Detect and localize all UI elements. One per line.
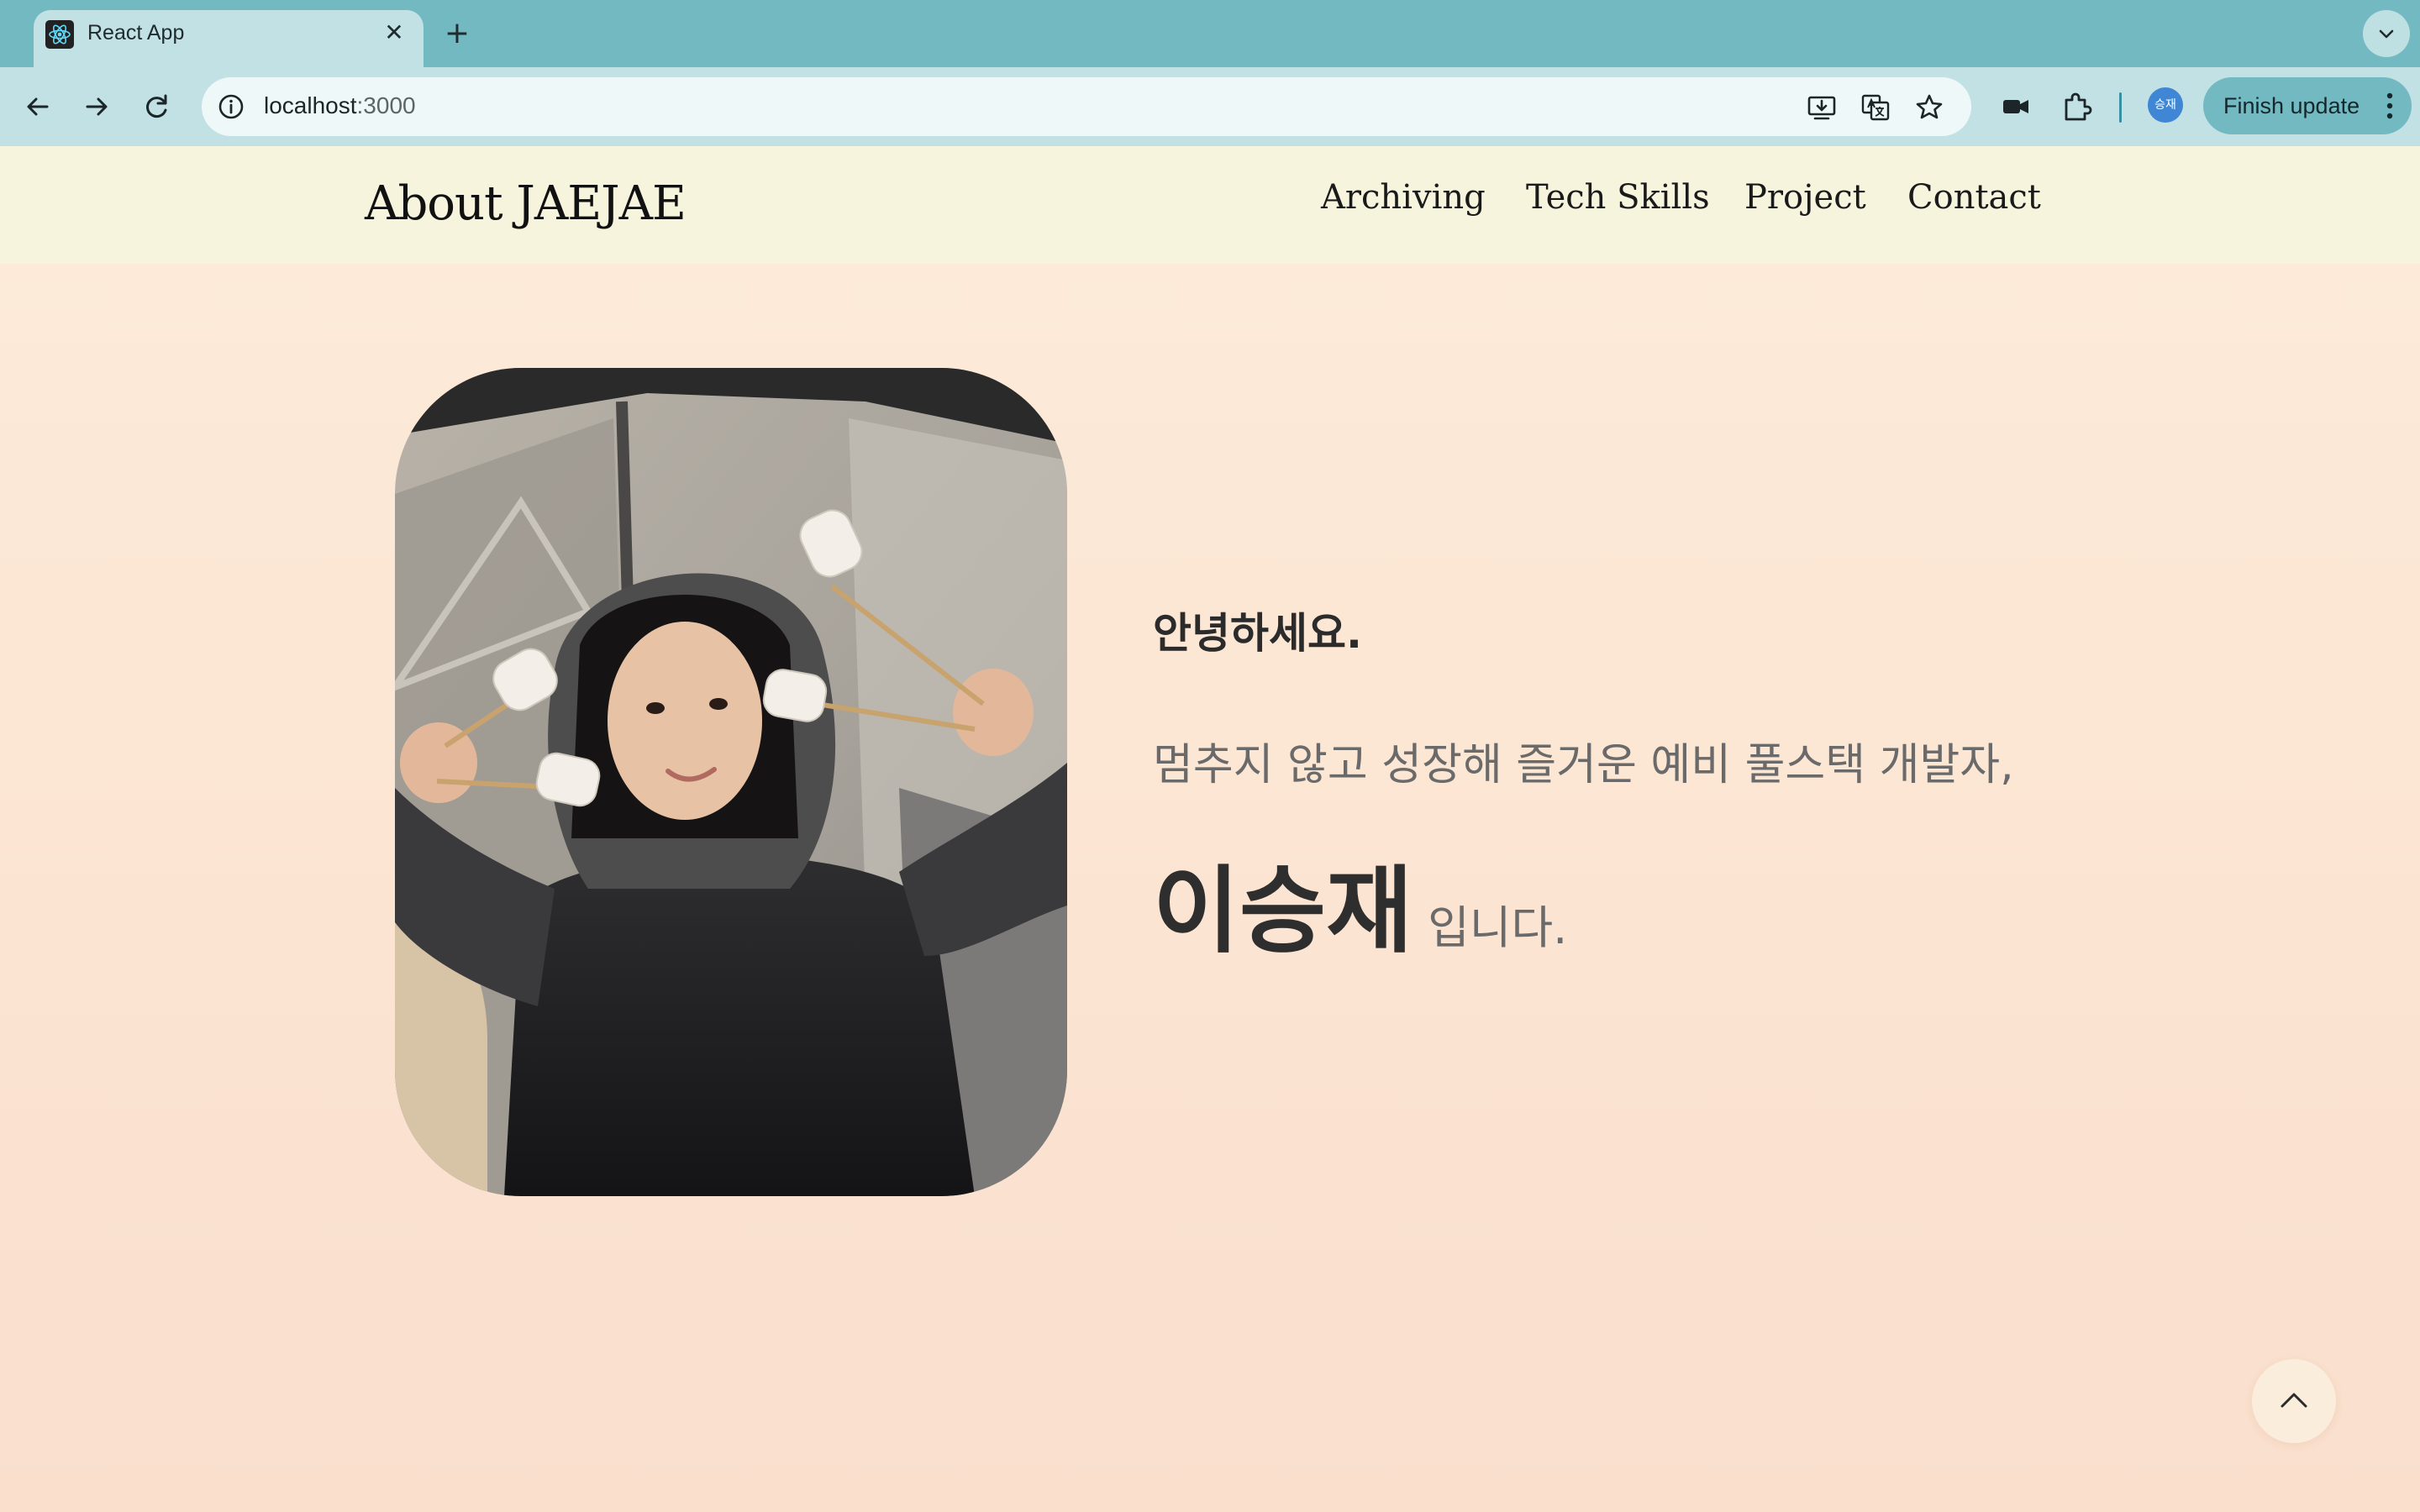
nav-archiving[interactable]: Archiving bbox=[1321, 178, 1486, 217]
install-app-icon[interactable] bbox=[1805, 91, 1839, 124]
nav-project[interactable]: Project bbox=[1744, 178, 1866, 217]
nav-contact[interactable]: Contact bbox=[1907, 178, 2041, 217]
page: About JAEJAE Archiving Tech Skills Proje… bbox=[0, 146, 2420, 1512]
profile-avatar[interactable]: 승재 bbox=[2148, 87, 2183, 123]
hero-intro: 이승재 입니다. bbox=[1153, 835, 1567, 971]
hero-name: 이승재 bbox=[1153, 857, 1413, 966]
url-host: localhost bbox=[264, 92, 357, 118]
reload-icon bbox=[146, 94, 167, 118]
toolbar-separator bbox=[2119, 92, 2122, 123]
hero-greeting: 안녕하세요. bbox=[1153, 609, 1362, 658]
close-tab-icon[interactable]: ✕ bbox=[378, 17, 410, 49]
chevron-down-icon bbox=[2379, 29, 2394, 39]
tab-search-button[interactable] bbox=[2363, 10, 2410, 57]
finish-update-label: Finish update bbox=[2223, 93, 2360, 118]
nav-tech-skills[interactable]: Tech Skills bbox=[1526, 178, 1710, 217]
bookmark-star-icon[interactable] bbox=[1912, 91, 1946, 124]
hero-name-suffix: 입니다. bbox=[1428, 901, 1568, 954]
reload-button[interactable] bbox=[138, 87, 176, 126]
browser-toolbar: localhost:3000 bbox=[0, 67, 2420, 146]
chevron-up-icon bbox=[2281, 1393, 2307, 1408]
back-button[interactable] bbox=[18, 87, 57, 126]
address-bar[interactable]: localhost:3000 bbox=[202, 77, 1971, 136]
new-tab-button[interactable]: + bbox=[439, 15, 476, 52]
url-text[interactable]: localhost:3000 bbox=[264, 92, 416, 119]
forward-button[interactable] bbox=[77, 87, 116, 126]
react-icon bbox=[45, 20, 74, 49]
finish-update-button[interactable]: Finish update bbox=[2203, 77, 2412, 134]
site-info-icon[interactable] bbox=[215, 91, 247, 123]
site-logo[interactable]: About JAEJAE bbox=[365, 176, 687, 231]
translate-icon[interactable] bbox=[1859, 91, 1892, 124]
tab-title: React App bbox=[87, 21, 185, 45]
url-port: :3000 bbox=[356, 92, 416, 118]
arrow-right-icon bbox=[86, 97, 108, 116]
scroll-to-top-button[interactable] bbox=[2252, 1359, 2336, 1443]
arrow-left-icon bbox=[27, 97, 49, 116]
browser-tab[interactable]: React App ✕ bbox=[34, 10, 424, 67]
hero-tagline: 멈추지 않고 성장해 즐거운 예비 풀스택 개발자, bbox=[1153, 740, 2014, 790]
extensions-icon[interactable] bbox=[2059, 89, 2094, 124]
browser-tab-strip: React App ✕ + bbox=[0, 0, 2420, 67]
more-vert-icon bbox=[2386, 92, 2393, 119]
camera-in-use-icon[interactable] bbox=[1998, 89, 2033, 124]
profile-photo bbox=[395, 368, 1067, 1196]
site-header: About JAEJAE Archiving Tech Skills Proje… bbox=[0, 146, 2420, 264]
